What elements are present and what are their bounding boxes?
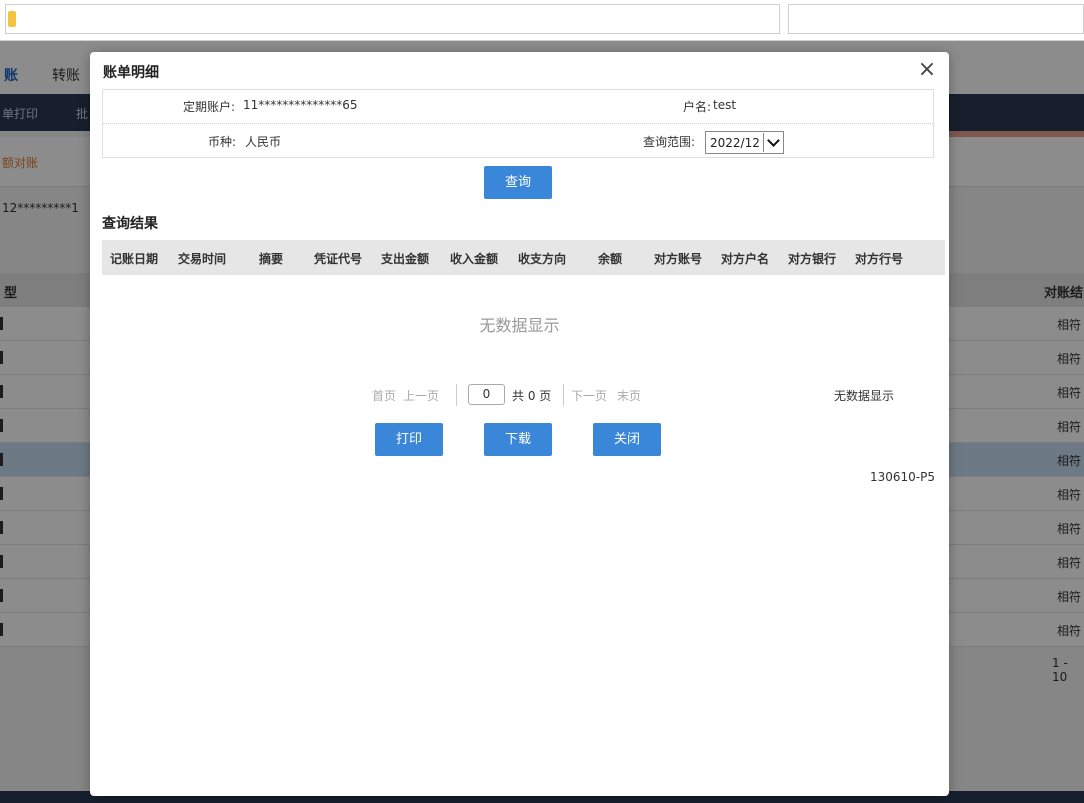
currency-label: 币种: [208, 135, 237, 149]
query-button[interactable]: 查询 [484, 166, 552, 199]
column-header[interactable]: 对方银行 [788, 250, 836, 267]
account-value: 11**************65 [243, 98, 358, 112]
column-header[interactable]: 对方账号 [654, 250, 702, 267]
empty-message: 无数据显示 [479, 316, 560, 335]
search-bar[interactable] [788, 4, 1084, 34]
pager-separator [456, 384, 457, 406]
pager-first[interactable]: 首页 [372, 387, 396, 404]
column-header[interactable]: 交易时间 [178, 250, 226, 267]
address-bar[interactable] [5, 4, 780, 34]
page-code: 130610-P5 [870, 470, 936, 484]
divider [103, 123, 933, 124]
name-value: test [713, 98, 737, 112]
result-table-header: 记账日期 交易时间 摘要 凭证代号 支出金额 收入金额 收支方向 余额 对方账号… [102, 240, 945, 275]
column-header[interactable]: 收入金额 [450, 250, 498, 267]
page-number-input[interactable]: 0 [468, 384, 505, 405]
column-header[interactable]: 收支方向 [518, 250, 566, 267]
range-value: 2022/12 [710, 136, 760, 150]
column-header[interactable]: 对方行号 [855, 250, 903, 267]
pager-last[interactable]: 末页 [617, 387, 641, 404]
pager-status: 无数据显示 [834, 389, 895, 403]
pager-prev[interactable]: 上一页 [403, 387, 439, 404]
close-button[interactable]: 关闭 [593, 423, 661, 456]
pager-next[interactable]: 下一页 [571, 387, 607, 404]
browser-toolbar [0, 0, 1084, 41]
column-header[interactable]: 支出金额 [381, 250, 429, 267]
favicon-icon [8, 11, 16, 27]
pager-total: 共 0 页 [512, 389, 552, 403]
pager: 首页 上一页 0 共 0 页 下一页 末页 无数据显示 [90, 384, 949, 406]
bill-detail-dialog: 账单明细 × 定期账户: 11**************65 户名: test… [90, 52, 949, 796]
name-label: 户名: [683, 100, 712, 114]
currency-value: 人民币 [245, 135, 282, 149]
pager-separator [563, 384, 564, 406]
close-icon[interactable]: × [915, 59, 939, 83]
column-header[interactable]: 摘要 [259, 250, 283, 267]
print-button[interactable]: 打印 [375, 423, 443, 456]
account-label: 定期账户: [183, 100, 236, 114]
column-header[interactable]: 对方户名 [721, 250, 769, 267]
chevron-down-icon[interactable] [763, 133, 782, 152]
range-select[interactable]: 2022/12 [705, 131, 784, 154]
account-info-table: 定期账户: 11**************65 户名: test 币种: 人民… [102, 89, 934, 158]
range-label: 查询范围: [643, 135, 696, 149]
column-header[interactable]: 记账日期 [110, 250, 158, 267]
result-title: 查询结果 [102, 216, 158, 232]
download-button[interactable]: 下载 [484, 423, 552, 456]
column-header[interactable]: 余额 [598, 250, 622, 267]
column-header[interactable]: 凭证代号 [314, 250, 362, 267]
dialog-title: 账单明细 [103, 65, 159, 81]
